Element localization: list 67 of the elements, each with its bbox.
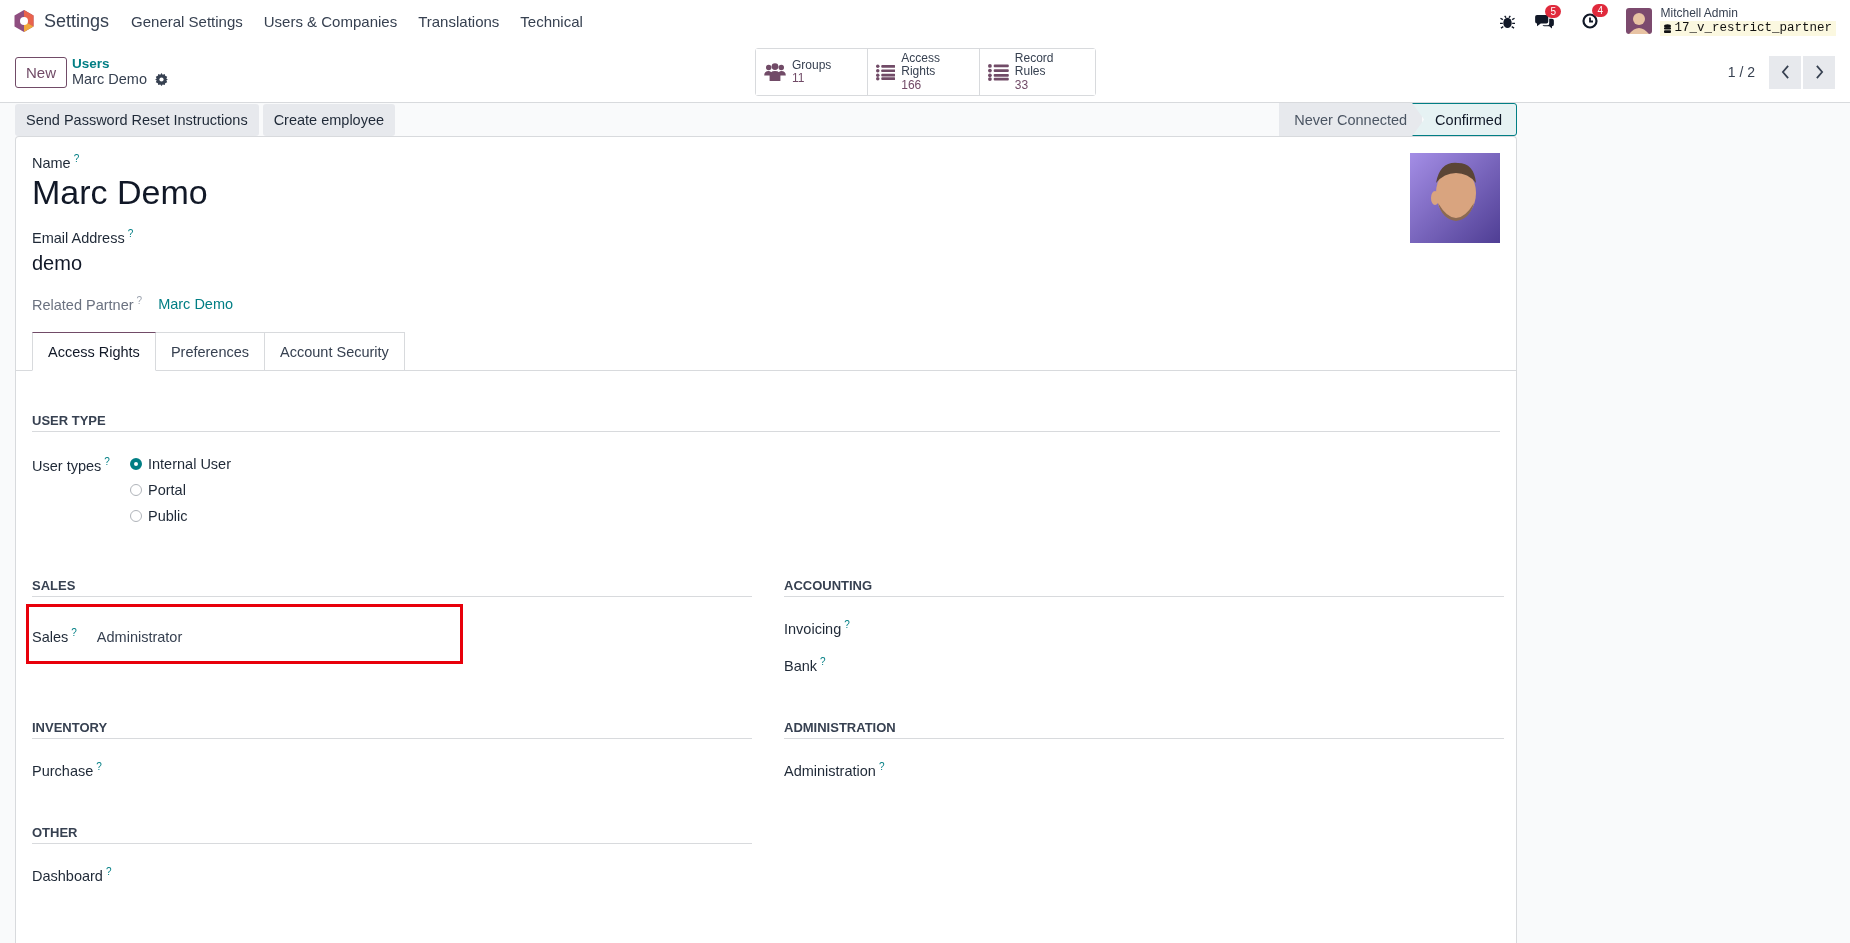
field-value[interactable]: Administrator — [96, 629, 183, 646]
section-title: ADMINISTRATION — [784, 720, 1504, 740]
help-mark[interactable]: ? — [104, 456, 110, 468]
menu-item[interactable]: Users & Companies — [263, 12, 398, 30]
field-label: Administration — [784, 763, 876, 780]
section-title: ACCOUNTING — [784, 578, 1504, 598]
section-title: USER TYPE — [32, 413, 1500, 433]
breadcrumb-link[interactable]: Users — [72, 55, 168, 72]
previous-button[interactable] — [1769, 55, 1801, 89]
app-name[interactable]: Settings — [44, 10, 110, 32]
tab[interactable]: Access Rights — [32, 332, 156, 372]
menu-item[interactable]: General Settings — [131, 12, 243, 30]
field-label: Related Partner — [32, 296, 134, 313]
database-icon — [1664, 23, 1672, 33]
chevron-right-icon — [1814, 65, 1824, 79]
help-mark[interactable]: ? — [71, 627, 77, 639]
radio-label[interactable]: Portal — [148, 482, 186, 499]
message-count-badge: 5 — [1545, 4, 1562, 18]
email-value[interactable]: demo — [32, 251, 234, 275]
section-title: INVENTORY — [32, 720, 752, 740]
field-label: Purchase — [32, 763, 94, 780]
settings-icon[interactable] — [154, 73, 168, 87]
field-label: User types — [32, 458, 102, 475]
user-avatar-icon[interactable] — [1626, 8, 1653, 34]
chat-icon[interactable] — [1535, 13, 1555, 29]
users-icon — [764, 63, 786, 81]
bug-icon[interactable] — [1500, 13, 1516, 29]
field-label: Email Address — [32, 229, 125, 246]
database-name: 17_v_restrict_partner — [1674, 20, 1832, 36]
field-label: Dashboard — [32, 868, 103, 885]
field-label: Bank — [784, 658, 818, 675]
list-icon — [988, 63, 1009, 81]
status-stage[interactable]: Never Connected — [1279, 103, 1423, 136]
tab[interactable]: Account Security — [264, 332, 405, 371]
radio-label[interactable]: Internal User — [148, 456, 231, 473]
menu-item[interactable]: Technical — [520, 12, 583, 30]
help-mark[interactable]: ? — [127, 227, 134, 239]
partner-link[interactable]: Marc Demo — [158, 296, 234, 313]
pager-value[interactable]: 1 / 2 — [1727, 64, 1755, 80]
user-name[interactable]: Mitchell Admin — [1660, 6, 1836, 21]
list-icon — [876, 63, 896, 81]
app-logo-icon[interactable] — [14, 10, 34, 32]
field-label: Sales — [32, 629, 69, 646]
name-value[interactable]: Marc Demo — [32, 172, 234, 212]
help-mark[interactable]: ? — [73, 153, 80, 164]
action-button[interactable]: Send Password Reset Instructions — [15, 103, 259, 136]
clock-icon[interactable] — [1582, 13, 1599, 29]
radio-label[interactable]: Public — [148, 508, 188, 525]
menu-item[interactable]: Translations — [418, 12, 500, 30]
help-mark[interactable]: ? — [105, 866, 112, 878]
help-mark[interactable]: ? — [844, 619, 850, 631]
activity-count-badge: 4 — [1592, 4, 1609, 17]
record-name: Marc Demo — [72, 71, 147, 89]
status-stage[interactable]: Confirmed — [1412, 103, 1517, 136]
help-mark[interactable]: ? — [820, 656, 826, 668]
next-button[interactable] — [1803, 55, 1835, 89]
section-title: OTHER — [32, 825, 752, 845]
radio-button[interactable] — [130, 458, 142, 471]
help-mark[interactable]: ? — [878, 761, 885, 773]
action-button[interactable]: Create employee — [262, 103, 396, 136]
field-label: Name — [32, 154, 71, 171]
new-button[interactable]: New — [15, 56, 67, 88]
section-title: SALES — [32, 578, 752, 598]
chevron-left-icon — [1780, 65, 1790, 79]
field-label: Invoicing — [784, 621, 842, 638]
smart-button[interactable]: Groups 11 — [756, 49, 868, 95]
help-mark[interactable]: ? — [96, 761, 102, 773]
